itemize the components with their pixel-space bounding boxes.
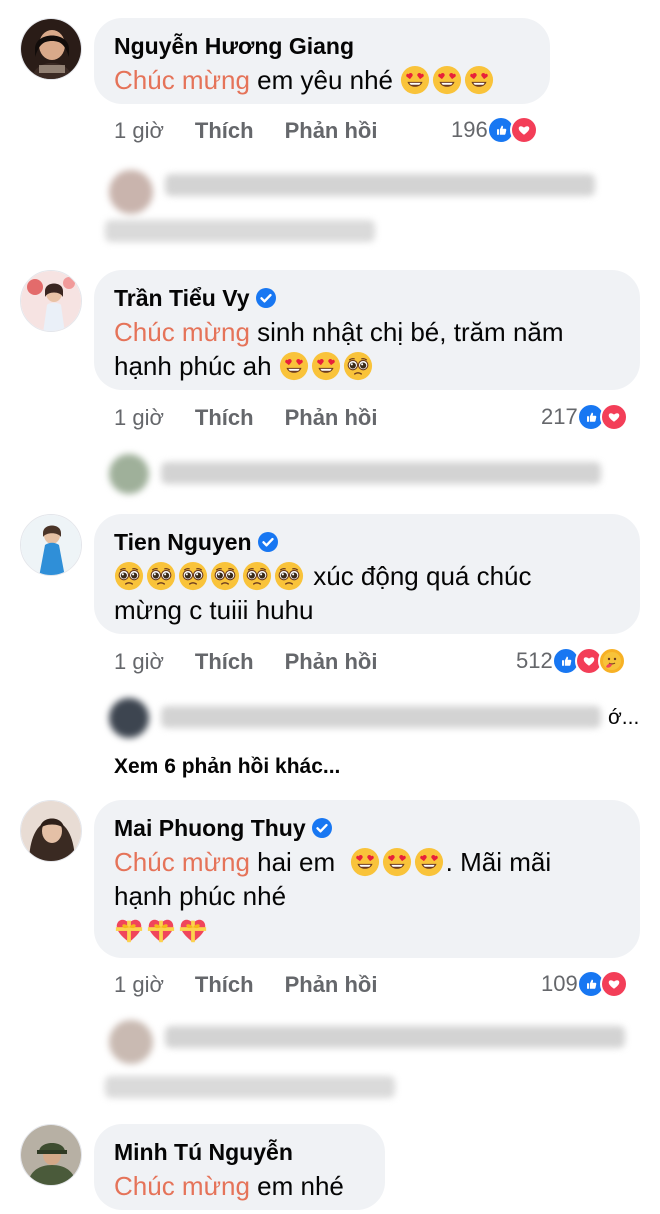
blurred-reply — [105, 452, 610, 496]
comment-text: Chúc mừng hai em . Mãi mãi hạnh phúc nhé — [114, 845, 620, 947]
highlighted-text: Chúc mừng — [114, 317, 250, 347]
comment-actions: 1 giờ Thích Phản hồi — [114, 405, 377, 431]
comment-body-line2: hạnh phúc nhé — [114, 881, 287, 911]
comment-bubble: Minh Tú Nguyễn Chúc mừng em nhé — [94, 1124, 385, 1210]
comment-text: Chúc mừng em nhé — [114, 1169, 365, 1203]
comment-time[interactable]: 1 giờ — [114, 405, 164, 431]
avatar[interactable] — [20, 800, 82, 862]
commenter-name[interactable]: Minh Tú Nguyễn — [114, 1138, 365, 1166]
reaction-summary[interactable]: 109 — [541, 970, 628, 998]
heart-eyes-emoji-icon — [311, 351, 341, 381]
heart-eyes-emoji-icon — [350, 847, 380, 877]
heart-eyes-emoji-icon — [400, 65, 430, 95]
comment-body: em yêu nhé — [257, 65, 394, 95]
avatar[interactable] — [20, 514, 82, 576]
love-reaction-icon — [599, 403, 628, 431]
pleading-face-emoji-icon — [210, 561, 240, 591]
comment-actions: 1 giờ Thích Phản hồi — [114, 118, 377, 144]
verified-badge-icon — [312, 818, 332, 838]
comment-body-line2: hạnh phúc ah — [114, 351, 272, 381]
heart-with-ribbon-emoji-icon — [146, 915, 176, 945]
blurred-reply — [105, 1016, 630, 1106]
commenter-name[interactable]: Trần Tiểu Vy — [114, 284, 620, 312]
reply-button[interactable]: Phản hồi — [285, 118, 378, 144]
comment-body: xúc động quá chúc — [313, 561, 532, 591]
like-button[interactable]: Thích — [195, 118, 254, 144]
highlighted-text: Chúc mừng — [114, 847, 250, 877]
care-reaction-icon — [597, 647, 626, 675]
see-more-replies-link[interactable]: Xem 6 phản hồi khác... — [114, 755, 340, 779]
reply-truncated-text: ớ... — [608, 706, 640, 729]
blurred-reply — [105, 696, 610, 740]
comment-time[interactable]: 1 giờ — [114, 972, 164, 998]
like-button[interactable]: Thích — [195, 972, 254, 998]
heart-eyes-emoji-icon — [464, 65, 494, 95]
comment-text: xúc động quá chúc mừng c tuiii huhu — [114, 559, 620, 627]
avatar[interactable] — [20, 18, 82, 80]
verified-badge-icon — [256, 288, 276, 308]
pleading-face-emoji-icon — [114, 561, 144, 591]
comment-bubble: Mai Phuong Thuy Chúc mừng hai em . Mãi m… — [94, 800, 640, 958]
heart-eyes-emoji-icon — [414, 847, 444, 877]
like-button[interactable]: Thích — [195, 405, 254, 431]
love-reaction-icon — [599, 970, 628, 998]
reaction-count: 512 — [516, 648, 553, 673]
avatar[interactable] — [20, 270, 82, 332]
pleading-face-emoji-icon — [178, 561, 208, 591]
comment-body: sinh nhật chị bé, trăm năm — [257, 317, 564, 347]
pleading-face-emoji-icon — [242, 561, 272, 591]
comment-text: Chúc mừng em yêu nhé — [114, 63, 530, 97]
highlighted-text: Chúc mừng — [114, 1171, 250, 1201]
love-reaction-icon — [509, 116, 538, 144]
comment-text: Chúc mừng sinh nhật chị bé, trăm năm hạn… — [114, 315, 620, 383]
comment-time[interactable]: 1 giờ — [114, 118, 164, 144]
reply-button[interactable]: Phản hồi — [285, 972, 378, 998]
comment-time[interactable]: 1 giờ — [114, 649, 164, 675]
heart-with-ribbon-emoji-icon — [178, 915, 208, 945]
commenter-name-text[interactable]: Tien Nguyen — [114, 528, 252, 556]
comment-body-line2: mừng c tuiii huhu — [114, 595, 314, 625]
commenter-name-text[interactable]: Trần Tiểu Vy — [114, 284, 250, 312]
commenter-name[interactable]: Mai Phuong Thuy — [114, 814, 620, 842]
pleading-face-emoji-icon — [146, 561, 176, 591]
reply-button[interactable]: Phản hồi — [285, 405, 378, 431]
comment-actions: 1 giờ Thích Phản hồi — [114, 972, 377, 998]
comment-body: em nhé — [257, 1171, 344, 1201]
like-button[interactable]: Thích — [195, 649, 254, 675]
pleading-face-emoji-icon — [274, 561, 304, 591]
heart-eyes-emoji-icon — [432, 65, 462, 95]
heart-eyes-emoji-icon — [382, 847, 412, 877]
verified-badge-icon — [258, 532, 278, 552]
reaction-summary[interactable]: 196 — [451, 116, 538, 144]
reaction-count: 109 — [541, 971, 578, 996]
reply-button[interactable]: Phản hồi — [285, 649, 378, 675]
commenter-name[interactable]: Tien Nguyen — [114, 528, 620, 556]
pleading-face-emoji-icon — [343, 351, 373, 381]
comment-body-cont: . Mãi mãi — [445, 847, 552, 877]
reaction-summary[interactable]: 512 — [516, 647, 626, 675]
commenter-name[interactable]: Nguyễn Hương Giang — [114, 32, 530, 60]
highlighted-text: Chúc mừng — [114, 65, 250, 95]
comment-actions: 1 giờ Thích Phản hồi — [114, 649, 377, 675]
reaction-summary[interactable]: 217 — [541, 403, 628, 431]
reaction-count: 217 — [541, 404, 578, 429]
comment-bubble: Trần Tiểu Vy Chúc mừng sinh nhật chị bé,… — [94, 270, 640, 390]
comment-bubble: Tien Nguyen xúc động quá chúc mừng c tui… — [94, 514, 640, 634]
heart-eyes-emoji-icon — [279, 351, 309, 381]
reaction-count: 196 — [451, 117, 488, 142]
comment-body: hai em — [257, 847, 336, 877]
heart-with-ribbon-emoji-icon — [114, 915, 144, 945]
avatar[interactable] — [20, 1124, 82, 1186]
commenter-name-text[interactable]: Mai Phuong Thuy — [114, 814, 306, 842]
blurred-reply — [105, 166, 605, 248]
comment-bubble: Nguyễn Hương Giang Chúc mừng em yêu nhé — [94, 18, 550, 104]
